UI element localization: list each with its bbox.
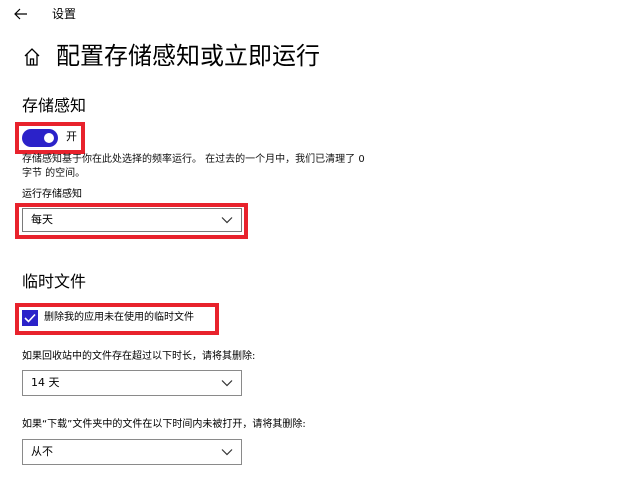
home-icon[interactable] <box>22 47 42 67</box>
toggle-state-label: 开 <box>66 130 77 143</box>
arrow-left-icon <box>14 8 27 20</box>
back-button[interactable] <box>6 2 36 26</box>
chevron-down-icon <box>221 449 233 456</box>
page-title: 配置存储感知或立即运行 <box>56 42 320 70</box>
recycle-bin-value: 14 天 <box>31 376 60 389</box>
chevron-down-icon <box>221 380 233 387</box>
delete-unused-temp-files-checkbox[interactable] <box>22 310 38 326</box>
section-title-storage-sense: 存储感知 <box>22 96 87 115</box>
delete-unused-temp-files-label[interactable]: 删除我的应用未在使用的临时文件 <box>44 311 194 325</box>
run-frequency-label: 运行存储感知 <box>22 189 82 200</box>
chevron-down-icon <box>221 217 233 224</box>
downloads-folder-label: 如果“下载”文件夹中的文件在以下时间内未被打开，请将其删除: <box>22 419 306 430</box>
recycle-bin-select[interactable]: 14 天 <box>22 370 242 396</box>
downloads-folder-select[interactable]: 从不 <box>22 439 242 465</box>
recycle-bin-label: 如果回收站中的文件存在超过以下时长，请将其删除: <box>22 351 256 362</box>
app-title: 设置 <box>52 7 77 21</box>
storage-sense-description: 存储感知基于你在此处选择的频率运行。 在过去的一个月中，我们已清理了 0 字节 … <box>22 154 365 179</box>
storage-sense-toggle[interactable] <box>22 129 58 147</box>
downloads-folder-value: 从不 <box>31 445 53 458</box>
toggle-knob <box>44 133 54 143</box>
run-frequency-value: 每天 <box>31 213 53 226</box>
run-frequency-select[interactable]: 每天 <box>22 208 242 232</box>
checkmark-icon <box>24 313 36 323</box>
section-title-temp-files: 临时文件 <box>22 272 87 291</box>
